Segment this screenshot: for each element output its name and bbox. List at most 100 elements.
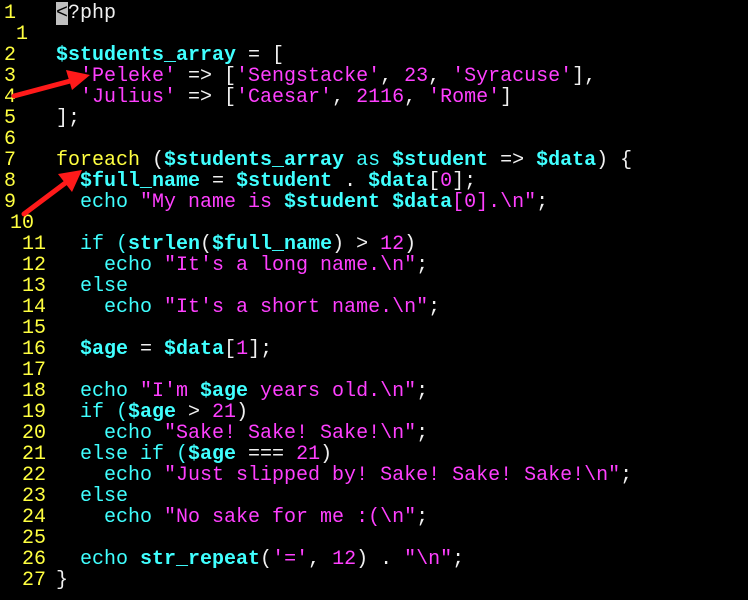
code-token: ) . <box>356 548 405 571</box>
line-number: 17 <box>22 359 47 382</box>
code-text: echo "Sake! Sake! Sake!\n"; <box>56 423 428 444</box>
code-text: $full_name = $student . $data[0]; <box>56 171 476 192</box>
line-number: 15 <box>22 317 47 340</box>
code-token: , <box>428 65 453 88</box>
code-text: $age = $data[1]; <box>56 339 272 360</box>
code-token: if ( <box>56 401 129 424</box>
code-line[interactable]: 21 else if ($age === 21) <box>0 444 748 465</box>
code-line[interactable]: 11 if (strlen($full_name) > 12) <box>0 234 748 255</box>
code-line[interactable]: 2 $students_array = [ <box>0 45 748 66</box>
code-token: ) <box>320 443 333 466</box>
code-token: echo <box>56 464 165 487</box>
code-line[interactable]: 1 <box>0 24 748 45</box>
code-token: echo <box>56 422 165 445</box>
code-line[interactable]: 12 echo "It's a long name.\n"; <box>0 255 748 276</box>
code-token: , <box>380 65 405 88</box>
code-token: ; <box>416 422 429 445</box>
code-text: else <box>56 486 128 507</box>
code-text: echo "Just slipped by! Sake! Sake! Sake!… <box>56 465 632 486</box>
code-token: foreach <box>56 149 141 172</box>
code-text: } <box>56 570 68 591</box>
code-token: => [ <box>176 86 237 109</box>
code-text: if ($age > 21) <box>56 402 248 423</box>
code-text: echo "I'm $age years old.\n"; <box>56 381 428 402</box>
code-token: ) { <box>596 149 633 172</box>
code-token: "Sake! Sake! Sake!\n" <box>164 422 417 445</box>
code-token: = [ <box>236 44 285 67</box>
code-token: ( <box>200 233 213 256</box>
code-text: <?php <box>56 2 117 25</box>
code-text: echo "It's a short name.\n"; <box>56 297 440 318</box>
code-token: = <box>128 338 165 361</box>
code-token: "No sake for me :(\n" <box>164 506 417 529</box>
code-token: $age <box>200 380 249 403</box>
code-token: ; <box>416 506 429 529</box>
code-line[interactable]: 16 $age = $data[1]; <box>0 339 748 360</box>
code-token: ?php <box>68 2 117 25</box>
code-token: [ <box>224 338 237 361</box>
code-line[interactable]: 14 echo "It's a short name.\n"; <box>0 297 748 318</box>
code-line[interactable]: 13 else <box>0 276 748 297</box>
code-line[interactable]: 5]; <box>0 108 748 129</box>
code-line[interactable]: 27} <box>0 570 748 591</box>
code-text: echo "No sake for me :(\n"; <box>56 507 428 528</box>
line-number: 26 <box>22 548 47 571</box>
code-token: ; <box>620 464 633 487</box>
line-number: 3 <box>4 65 17 88</box>
line-number: 12 <box>22 254 47 277</box>
code-token: ) <box>236 401 249 424</box>
line-number: 9 <box>4 191 17 214</box>
code-token: '=' <box>272 548 309 571</box>
code-token: $students_array <box>56 44 237 67</box>
code-line[interactable]: 26 echo str_repeat('=', 12) . "\n"; <box>0 549 748 570</box>
code-token: ], <box>572 65 597 88</box>
code-line[interactable]: 4 'Julius' => ['Caesar', 2116, 'Rome'] <box>0 87 748 108</box>
code-text: 'Peleke' => ['Sengstacke', 23, 'Syracuse… <box>56 66 596 87</box>
code-line[interactable]: 17 <box>0 360 748 381</box>
code-line[interactable]: 7 foreach ($students_array as $student =>… <box>0 150 748 171</box>
line-number: 10 <box>10 212 35 235</box>
code-line[interactable]: 1 <?php <box>0 2 748 25</box>
line-number: 2 <box>4 44 17 67</box>
code-line[interactable]: 9 echo "My name is $student $data[0].\n"… <box>0 192 748 213</box>
line-number: 14 <box>22 296 47 319</box>
code-token: if ( <box>56 233 129 256</box>
code-line[interactable]: 10 <box>0 213 748 234</box>
code-token: strlen <box>128 233 201 256</box>
code-token: $students_array <box>164 149 345 172</box>
code-line[interactable]: 23 else <box>0 486 748 507</box>
code-token: 12 <box>380 233 405 256</box>
code-token: = <box>200 170 237 193</box>
code-token: [ <box>428 170 441 193</box>
code-text: echo "My name is $student $data[0].\n"; <box>56 192 548 213</box>
code-token: ; <box>536 191 549 214</box>
code-token: "My name is <box>140 191 285 214</box>
code-token: => <box>488 149 537 172</box>
code-text: foreach ($students_array as $student => … <box>56 150 632 171</box>
code-token: 0 <box>440 170 453 193</box>
code-line[interactable]: 3 'Peleke' => ['Sengstacke', 23, 'Syracu… <box>0 66 748 87</box>
code-editor[interactable]: 1 <?php 1 2 $students_array = [3 'Peleke' =>… <box>0 0 748 600</box>
code-token: ( <box>260 548 273 571</box>
code-line[interactable]: 8 $full_name = $student . $data[0]; <box>0 171 748 192</box>
code-line[interactable]: 6 <box>0 129 748 150</box>
code-line[interactable]: 24 echo "No sake for me :(\n"; <box>0 507 748 528</box>
line-number: 21 <box>22 443 47 466</box>
code-line[interactable]: 25 <box>0 528 748 549</box>
code-token: ) > <box>332 233 381 256</box>
code-token: as <box>344 149 393 172</box>
line-number: 25 <box>22 527 47 550</box>
line-number: 24 <box>22 506 47 529</box>
code-token: "I'm <box>140 380 201 403</box>
code-line[interactable]: 19 if ($age > 21) <box>0 402 748 423</box>
code-line[interactable]: 20 echo "Sake! Sake! Sake!\n"; <box>0 423 748 444</box>
code-line[interactable]: 15 <box>0 318 748 339</box>
code-token: years old.\n" <box>248 380 417 403</box>
code-line[interactable]: 22 echo "Just slipped by! Sake! Sake! Sa… <box>0 465 748 486</box>
code-line[interactable]: 18 echo "I'm $age years old.\n"; <box>0 381 748 402</box>
code-text: echo str_repeat('=', 12) . "\n"; <box>56 549 464 570</box>
code-token: str_repeat <box>140 548 261 571</box>
line-number: 8 <box>4 170 17 193</box>
line-number: 1 <box>16 23 29 46</box>
